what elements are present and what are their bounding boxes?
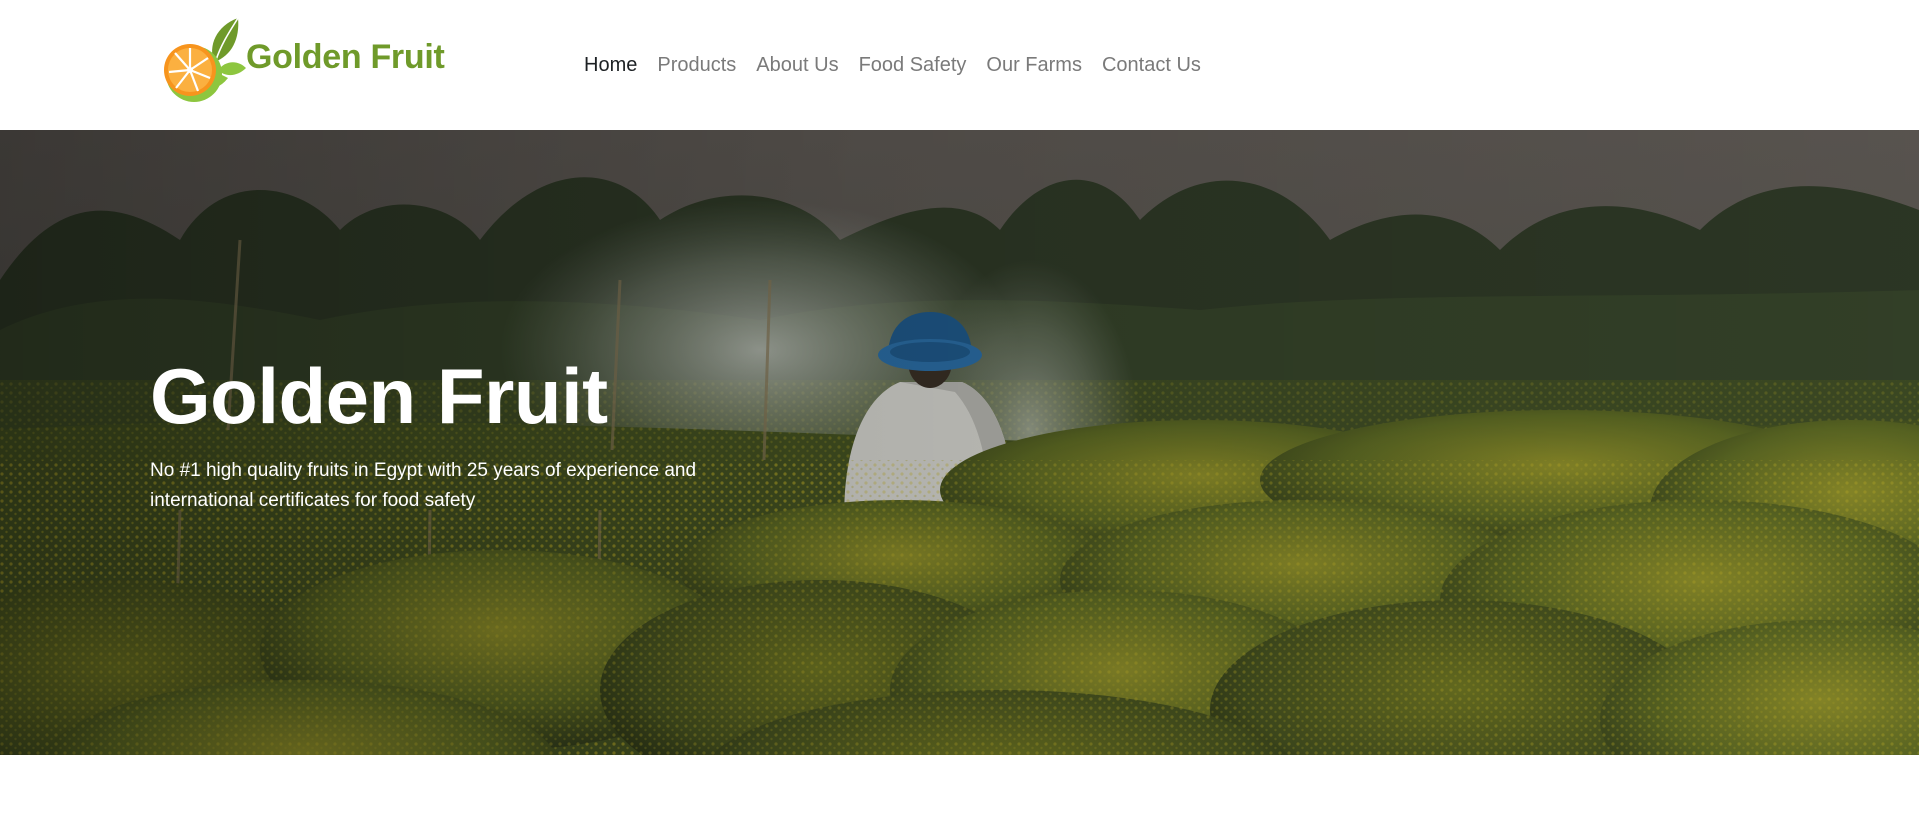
nav-link-our-farms[interactable]: Our Farms	[976, 51, 1092, 79]
hero-title: Golden Fruit	[150, 352, 608, 440]
nav-link-about-us[interactable]: About Us	[746, 51, 848, 79]
nav-link-food-safety[interactable]: Food Safety	[849, 51, 977, 79]
nav-item-food-safety: Food Safety	[849, 51, 977, 79]
hero-description: No #1 high quality fruits in Egypt with …	[150, 460, 697, 511]
nav-item-products: Products	[647, 51, 746, 79]
hero-banner: Golden Fruit No #1 high quality fruits i…	[0, 130, 1919, 755]
brand-name: Golden Fruit	[246, 37, 445, 76]
orange-slice-with-leaves-icon	[164, 17, 246, 102]
nav-link-home[interactable]: Home	[574, 51, 647, 79]
site-header: Golden Fruit Home Products About Us Food…	[0, 0, 1919, 130]
main-nav: Home Products About Us Food Safety Our F…	[574, 51, 1211, 79]
nav-item-about-us: About Us	[746, 51, 848, 79]
nav-link-products[interactable]: Products	[647, 51, 746, 79]
nav-link-contact-us[interactable]: Contact Us	[1092, 51, 1211, 79]
hero-content: Golden Fruit No #1 high quality fruits i…	[150, 352, 790, 516]
brand-home-link[interactable]: Golden Fruit	[158, 16, 445, 104]
nav-item-home: Home	[574, 51, 647, 79]
nav-item-contact-us: Contact Us	[1092, 51, 1211, 79]
nav-item-our-farms: Our Farms	[976, 51, 1092, 79]
